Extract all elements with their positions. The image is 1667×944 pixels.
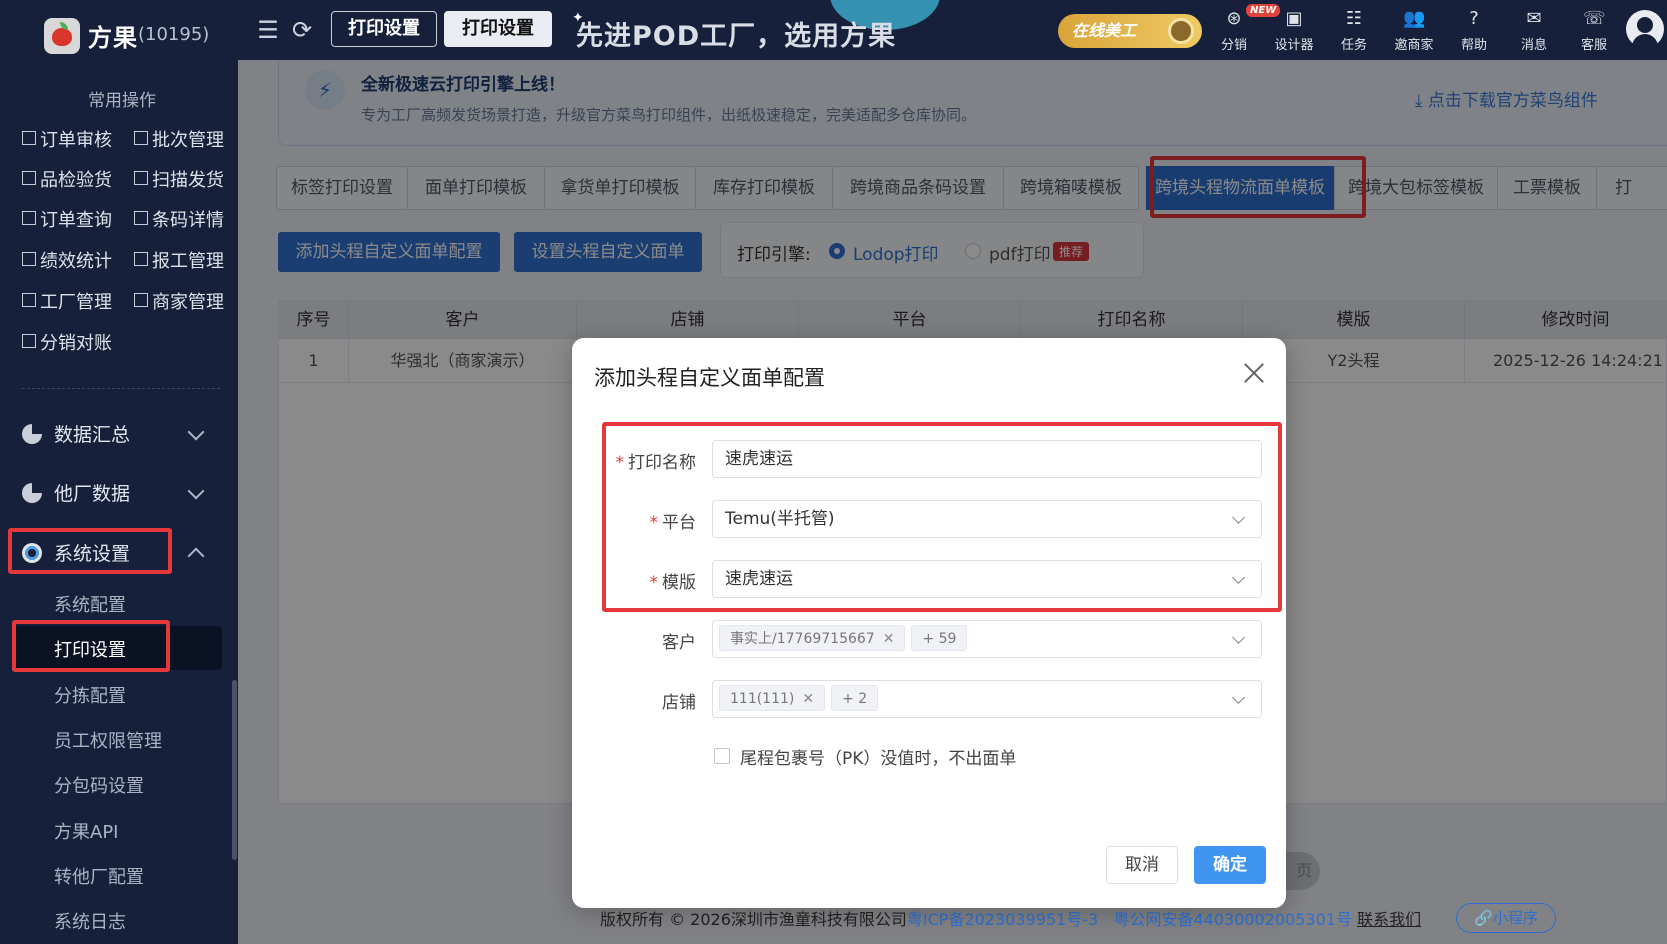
refresh-icon[interactable]: ⟳: [288, 16, 316, 44]
sidebar: 常用操作 订单审核 批次管理 品检验货 扫描发货 订单查询 条码详情 绩效统计 …: [0, 60, 238, 944]
sidebar-item-system-log[interactable]: 系统日志: [54, 908, 126, 934]
sidebar-item-staff-permission[interactable]: 员工权限管理: [54, 727, 162, 753]
sidebar-item-transfer-factory[interactable]: 转他厂配置: [54, 863, 144, 889]
quick-quality-check[interactable]: 品检验货: [22, 166, 112, 192]
link-icon: 🔗: [1474, 909, 1493, 927]
sidebar-scrollbar[interactable]: [232, 680, 237, 860]
distribution-icon: ⊛: [1226, 8, 1242, 29]
remove-tag-icon[interactable]: ✕: [883, 631, 895, 647]
police-link[interactable]: 粤公网安备44030002005301号: [1113, 910, 1352, 929]
task-icon: ☷: [1345, 8, 1363, 29]
mascot-icon: [1168, 18, 1194, 44]
confirm-button[interactable]: 确定: [1194, 846, 1266, 884]
chevron-down-icon[interactable]: [187, 482, 205, 500]
close-icon[interactable]: [1242, 360, 1266, 384]
store-label: 店铺: [662, 693, 696, 713]
highlight-box-system-settings: [8, 528, 172, 574]
batch-icon: [134, 131, 148, 145]
checkbox-icon: [134, 293, 148, 307]
customer-service-icon: ☏: [1583, 8, 1606, 29]
brand-count: (10195): [138, 24, 210, 45]
online-designer-badge[interactable]: 在线美工: [1058, 14, 1202, 48]
mini-program-button[interactable]: 🔗小程序: [1456, 903, 1556, 933]
designer-icon: ▣: [1285, 8, 1303, 29]
quick-barcode-detail[interactable]: 条码详情: [134, 206, 224, 232]
footer: 版权所有 © 2026深圳市渔童科技有限公司粤ICP备2023039951号-3…: [600, 906, 1421, 930]
query-icon: [22, 211, 36, 225]
dialog-title: 添加头程自定义面单配置: [594, 366, 825, 390]
brand-name: 方果: [88, 24, 138, 52]
customer-select[interactable]: 事实上/17769715667 ✕ + 59: [712, 620, 1262, 658]
contact-link[interactable]: 联系我们: [1357, 910, 1421, 929]
quick-scan-ship[interactable]: 扫描发货: [134, 166, 224, 192]
add-config-dialog: 添加头程自定义面单配置 * 打印名称 速虎速运 * 平台 Temu(半托管) * 模版…: [572, 338, 1286, 908]
chevron-down-icon[interactable]: [187, 423, 205, 441]
group-other-factory-data[interactable]: 他厂数据: [22, 479, 130, 506]
online-badge-label: 在线美工: [1072, 21, 1137, 40]
group-data-summary[interactable]: 数据汇总: [22, 420, 130, 447]
inspect-icon: [22, 171, 36, 185]
chart-icon: [22, 252, 36, 266]
no-waybill-checkbox[interactable]: [714, 748, 730, 764]
nav-invite[interactable]: 👥 邀商家: [1386, 8, 1442, 53]
checkbox-icon: [22, 293, 36, 307]
pie-chart-icon: [22, 483, 42, 503]
sidebar-item-system-config[interactable]: 系统配置: [54, 591, 126, 617]
top-tab-print-settings[interactable]: 打印设置: [331, 11, 437, 47]
cancel-button[interactable]: 取消: [1106, 846, 1178, 884]
checkbox-icon: [22, 131, 36, 145]
quick-order-query[interactable]: 订单查询: [22, 206, 112, 232]
nav-task[interactable]: ☷ 任务: [1326, 8, 1382, 53]
nav-designer[interactable]: ▣ 设计器: [1266, 8, 1322, 53]
invite-icon: 👥: [1403, 8, 1426, 29]
chevron-up-icon[interactable]: [187, 547, 205, 565]
slogan: 先进POD工厂，选用方果: [576, 21, 897, 52]
message-icon: ✉: [1526, 8, 1542, 29]
quick-distribution-reconcile[interactable]: 分销对账: [22, 329, 112, 355]
app-logo[interactable]: [44, 18, 80, 54]
help-icon: ?: [1469, 8, 1479, 29]
checkbox-icon: [134, 252, 148, 266]
sidebar-heading: 常用操作: [88, 91, 156, 111]
top-bar: 方果 (10195) ☰ ⟳ 打印设置 打印设置 ✦ 先进POD工厂，选用方果 …: [0, 0, 1667, 60]
nav-customer-service[interactable]: ☏ 客服: [1566, 8, 1622, 53]
chevron-down-icon: [1232, 691, 1245, 704]
sidebar-item-sorting-config[interactable]: 分拣配置: [54, 682, 126, 708]
customer-tag: 事实上/17769715667 ✕: [719, 625, 906, 651]
highlight-box-required-fields: [602, 422, 1282, 612]
store-more-tag: + 2: [831, 685, 879, 711]
highlight-box-print-settings: [12, 620, 170, 672]
quick-merchant-manage[interactable]: 商家管理: [134, 288, 224, 314]
quick-performance[interactable]: 绩效统计: [22, 247, 112, 273]
store-select[interactable]: 111(111) ✕ + 2: [712, 680, 1262, 718]
remove-tag-icon[interactable]: ✕: [802, 691, 814, 707]
nav-help[interactable]: ? 帮助: [1446, 8, 1502, 53]
quick-order-review[interactable]: 订单审核: [22, 126, 112, 152]
store-tag: 111(111) ✕: [719, 685, 826, 711]
sidebar-item-api[interactable]: 方果API: [54, 818, 118, 844]
top-tab-print-settings-active[interactable]: 打印设置: [444, 11, 552, 47]
chevron-down-icon: [1232, 631, 1245, 644]
menu-toggle-icon[interactable]: ☰: [254, 16, 282, 44]
quick-work-report[interactable]: 报工管理: [134, 247, 224, 273]
user-avatar[interactable]: [1626, 10, 1664, 48]
nav-message[interactable]: ✉ 消息: [1506, 8, 1562, 53]
quick-batch-manage[interactable]: 批次管理: [134, 126, 224, 152]
pie-chart-icon: [22, 424, 42, 444]
customer-label: 客户: [662, 633, 696, 653]
scan-icon: [134, 171, 148, 185]
copyright: 版权所有 © 2026深圳市渔童科技有限公司: [600, 910, 907, 929]
sidebar-item-package-code[interactable]: 分包码设置: [54, 772, 144, 798]
barcode-icon: [134, 211, 148, 225]
icp-link[interactable]: 粤ICP备2023039951号-3: [907, 910, 1098, 929]
customer-more-tag: + 59: [911, 625, 968, 651]
quick-factory-manage[interactable]: 工厂管理: [22, 288, 112, 314]
checkbox-icon: [22, 334, 36, 348]
no-waybill-checkbox-label[interactable]: 尾程包裹号（PK）没值时，不出面单: [740, 744, 1016, 769]
sidebar-divider: [22, 388, 220, 389]
